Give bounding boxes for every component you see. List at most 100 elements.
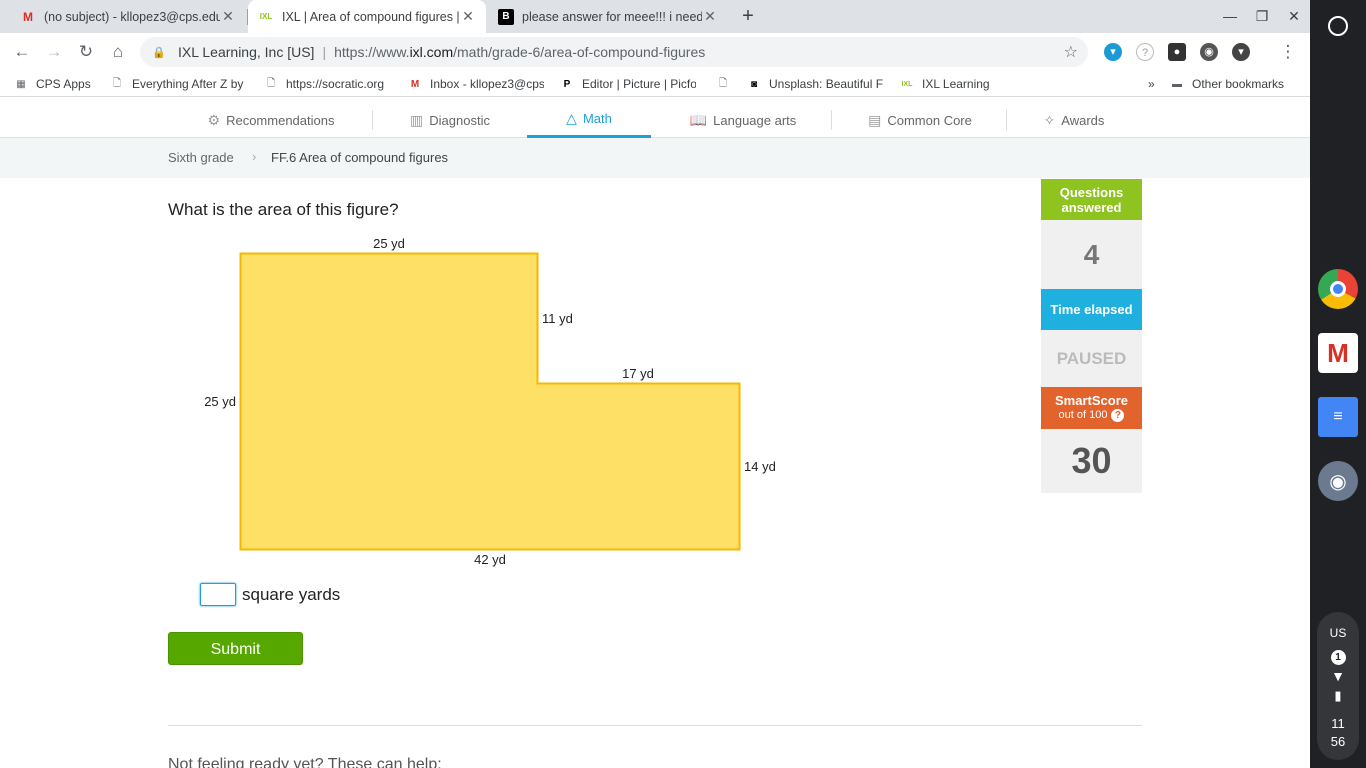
bookmark-item[interactable]: ◙ Unsplash: Beautiful F xyxy=(747,75,883,93)
keyboard-language: US xyxy=(1329,626,1347,640)
gmail-icon[interactable]: M xyxy=(1318,333,1358,373)
tab-awards[interactable]: ✧ Awards xyxy=(1034,102,1114,138)
back-button[interactable]: ← xyxy=(9,39,35,65)
smartscore-label: SmartScore xyxy=(1055,393,1128,408)
status-tray[interactable]: US 1 ▼ ▮ 11 56 xyxy=(1317,612,1359,760)
nav-divider xyxy=(1006,110,1007,130)
tab-gmail[interactable]: M (no subject) - kllopez3@cps.edu ✕ xyxy=(10,0,246,33)
extension-shield-dark-icon[interactable]: ▾ xyxy=(1232,43,1250,61)
tab-title: please answer for meee!!! i need xyxy=(522,9,702,24)
smartscore-subtitle: out of 100 ? xyxy=(1041,408,1142,423)
bookmark-item[interactable]: 🗋 https://socratic.org xyxy=(264,75,394,93)
chevron-right-icon: › xyxy=(252,149,257,164)
tab-strip: M (no subject) - kllopez3@cps.edu ✕ IXL … xyxy=(0,0,1310,33)
close-icon[interactable]: ✕ xyxy=(460,8,476,25)
new-tab-button[interactable]: + xyxy=(736,4,760,28)
close-window-button[interactable]: ✕ xyxy=(1278,0,1310,33)
section-divider xyxy=(168,725,1142,726)
tab-diagnostic[interactable]: ▥ Diagnostic xyxy=(400,102,500,138)
smartscore-value: 30 xyxy=(1041,429,1142,493)
book-icon: 📖 xyxy=(689,111,708,128)
recommendations-icon: ⚙ xyxy=(207,111,221,128)
other-bookmarks[interactable]: ▬ Other bookmarks xyxy=(1170,75,1294,93)
tab-title: (no subject) - kllopez3@cps.edu xyxy=(44,9,220,24)
ixl-subnav: ⚙ Recommendations ▥ Diagnostic △ Math 📖 … xyxy=(0,102,1310,138)
tab-language-arts[interactable]: 📖 Language arts xyxy=(678,102,808,138)
label-top: 25 yd xyxy=(373,236,405,251)
grid-icon: ▦ xyxy=(16,78,26,90)
question-prompt: What is the area of this figure? xyxy=(168,200,399,219)
help-heading: Not feeling ready yet? These can help: xyxy=(168,756,442,768)
breadcrumb: Sixth grade › FF.6 Area of compound figu… xyxy=(0,138,1310,178)
answer-input[interactable] xyxy=(200,583,236,606)
chrome-icon[interactable] xyxy=(1318,269,1358,309)
forward-button[interactable]: → xyxy=(41,39,67,65)
brainly-icon: B xyxy=(498,8,514,25)
tab-ixl[interactable]: IXL IXL | Area of compound figures | ✕ xyxy=(248,0,486,33)
restore-button[interactable]: ❐ xyxy=(1246,0,1278,33)
owl-app-icon[interactable]: ◉ xyxy=(1318,461,1358,501)
tab-brainly[interactable]: B please answer for meee!!! i need ✕ xyxy=(488,0,728,33)
label-bottom: 42 yd xyxy=(474,552,506,567)
gmail-icon: M xyxy=(410,78,420,90)
time-elapsed-header: Time elapsed xyxy=(1041,289,1142,330)
label-right-upper: 11 yd xyxy=(542,311,573,326)
minimize-button[interactable]: — xyxy=(1214,0,1246,33)
help-icon[interactable]: ? xyxy=(1111,409,1125,422)
clock-minute: 56 xyxy=(1330,734,1346,749)
extension-shield-icon[interactable]: ▾ xyxy=(1104,43,1122,61)
bookmark-item[interactable]: ▦ CPS Apps xyxy=(14,75,104,93)
page-icon: 🗋 xyxy=(266,77,276,89)
smartscore-header: SmartScore out of 100 ? xyxy=(1041,387,1142,429)
breadcrumb-grade[interactable]: Sixth grade xyxy=(168,150,234,165)
google-docs-icon[interactable]: ≡ xyxy=(1318,397,1358,437)
tab-math[interactable]: △ Math xyxy=(527,102,651,138)
time-elapsed-value[interactable]: PAUSED xyxy=(1041,330,1142,387)
bookmark-star-icon[interactable]: ☆ xyxy=(1064,42,1078,62)
reload-button[interactable]: ↻ xyxy=(73,39,99,65)
compound-shape xyxy=(239,252,741,551)
close-icon[interactable]: ✕ xyxy=(702,8,718,25)
core-icon: ▤ xyxy=(868,111,882,128)
bookmark-item[interactable]: M Inbox - kllopez3@cps xyxy=(408,75,544,93)
launcher-icon[interactable] xyxy=(1328,16,1348,36)
bookmark-item[interactable]: IXL IXL Learning xyxy=(900,75,1000,93)
bookmark-item[interactable]: 🗋 Everything After Z by xyxy=(110,75,246,93)
site-owner: IXL Learning, Inc [US] xyxy=(178,44,315,60)
extension-owl-icon[interactable]: ◉ xyxy=(1200,43,1218,61)
notification-badge: 1 xyxy=(1317,649,1359,665)
home-button[interactable]: ⌂ xyxy=(105,39,131,65)
address-bar[interactable]: 🔒 IXL Learning, Inc [US] | https://www.i… xyxy=(140,37,1088,67)
menu-kebab-icon[interactable]: ⋮ xyxy=(1275,39,1301,65)
extension-help-icon[interactable]: ? xyxy=(1136,43,1154,61)
wifi-icon: ▼ xyxy=(1331,668,1345,684)
bookmark-item[interactable]: P Editor | Picture | Picfo xyxy=(560,75,696,93)
tab-title: IXL | Area of compound figures | xyxy=(282,9,460,24)
tab-recommendations[interactable]: ⚙ Recommendations xyxy=(196,102,346,138)
submit-button[interactable]: Submit xyxy=(168,632,303,665)
bookmarks-bar: ▦ CPS Apps 🗋 Everything After Z by 🗋 htt… xyxy=(0,71,1310,97)
picfont-icon: P xyxy=(563,78,571,90)
awards-icon: ✧ xyxy=(1043,111,1056,128)
diagnostic-icon: ▥ xyxy=(410,111,424,128)
extension-user-icon[interactable]: ● xyxy=(1168,43,1186,61)
bookmark-item[interactable]: 🗋 xyxy=(716,75,738,93)
answer-unit: square yards xyxy=(242,584,341,604)
bookmarks-overflow-button[interactable]: » xyxy=(1148,75,1162,93)
nav-divider xyxy=(831,110,832,130)
browser-window: M (no subject) - kllopez3@cps.edu ✕ IXL … xyxy=(0,0,1310,768)
label-left: 25 yd xyxy=(204,394,236,409)
label-step: 17 yd xyxy=(622,366,654,381)
tab-common-core[interactable]: ▤ Common Core xyxy=(860,102,980,138)
nav-divider xyxy=(372,110,373,130)
folder-icon: ▬ xyxy=(1172,78,1182,90)
breadcrumb-skill: FF.6 Area of compound figures xyxy=(271,150,449,165)
ixl-icon: IXL xyxy=(259,12,273,21)
close-icon[interactable]: ✕ xyxy=(220,8,236,25)
page-icon: 🗋 xyxy=(112,77,122,89)
battery-icon: ▮ xyxy=(1334,688,1342,703)
chrome-icon-center xyxy=(1330,281,1346,297)
gmail-icon: M xyxy=(23,9,33,24)
questions-answered-header: Questions answered xyxy=(1041,179,1142,220)
clock-hour: 11 xyxy=(1331,716,1345,731)
